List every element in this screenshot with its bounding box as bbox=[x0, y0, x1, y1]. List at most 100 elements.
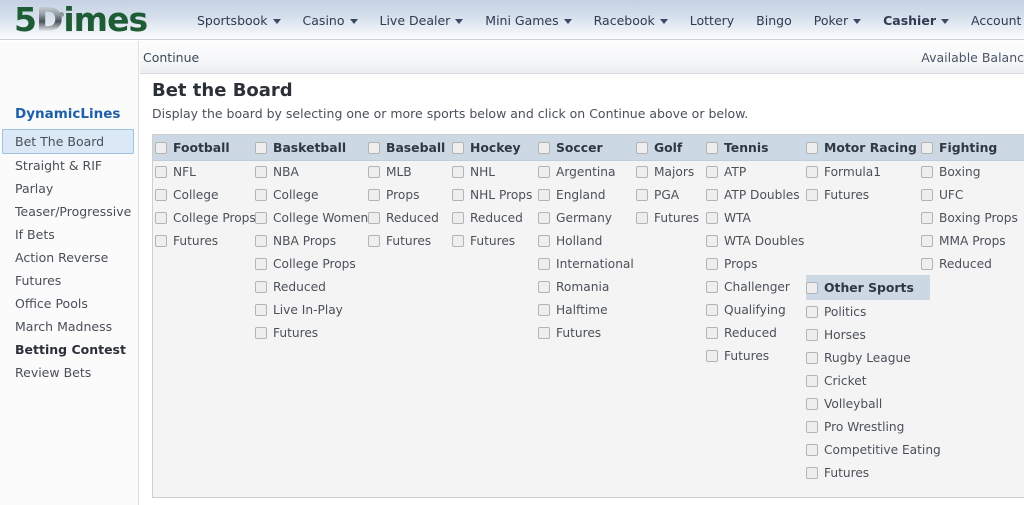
nav-item-bingo[interactable]: Bingo bbox=[745, 0, 803, 40]
board-column-header[interactable]: Soccer bbox=[538, 135, 636, 160]
board-option-row[interactable]: Challenger bbox=[706, 275, 806, 298]
checkbox-basketball-nba[interactable] bbox=[255, 165, 267, 178]
checkbox-baseball[interactable] bbox=[368, 141, 380, 154]
board-option-row[interactable]: Formula1 bbox=[806, 160, 940, 183]
sidebar-item-office-pools[interactable]: Office Pools bbox=[0, 292, 139, 315]
checkbox-fighting-reduced[interactable] bbox=[921, 257, 933, 270]
checkbox-other-sports-horses[interactable] bbox=[806, 328, 818, 341]
continue-link-top[interactable]: Continue bbox=[143, 50, 199, 65]
board-option-row[interactable]: Futures bbox=[368, 229, 452, 252]
board-option-row[interactable]: College bbox=[255, 183, 367, 206]
checkbox-tennis-wta[interactable] bbox=[706, 211, 718, 224]
checkbox-soccer-argentina[interactable] bbox=[538, 165, 550, 178]
checkbox-basketball-nba-props[interactable] bbox=[255, 234, 267, 247]
board-option-row[interactable]: Pro Wrestling bbox=[806, 415, 940, 438]
checkbox-other-sports-futures[interactable] bbox=[806, 466, 818, 479]
board-column-header[interactable]: Motor Racing bbox=[806, 135, 940, 160]
checkbox-basketball-college-props[interactable] bbox=[255, 257, 267, 270]
board-option-row[interactable]: England bbox=[538, 183, 636, 206]
brand-logo[interactable]: 5Dimes bbox=[14, 2, 148, 38]
board-option-row[interactable]: Qualifying bbox=[706, 298, 806, 321]
nav-item-lottery[interactable]: Lottery bbox=[679, 0, 745, 40]
board-option-row[interactable]: Reduced bbox=[452, 206, 538, 229]
nav-item-casino[interactable]: Casino bbox=[292, 0, 369, 40]
checkbox-golf[interactable] bbox=[636, 141, 648, 154]
board-option-row[interactable]: Reduced bbox=[921, 252, 1024, 275]
board-option-row[interactable]: Halftime bbox=[538, 298, 636, 321]
checkbox-baseball-futures[interactable] bbox=[368, 234, 380, 247]
checkbox-football-college-props[interactable] bbox=[155, 211, 167, 224]
board-option-row[interactable]: Props bbox=[368, 183, 452, 206]
board-option-row[interactable]: NBA Props bbox=[255, 229, 367, 252]
board-option-row[interactable]: College bbox=[155, 183, 267, 206]
board-option-row[interactable]: Futures bbox=[636, 206, 706, 229]
checkbox-hockey-reduced[interactable] bbox=[452, 211, 464, 224]
checkbox-other-sports[interactable] bbox=[806, 281, 818, 294]
board-option-row[interactable]: ATP bbox=[706, 160, 806, 183]
checkbox-hockey[interactable] bbox=[452, 141, 464, 154]
board-option-row[interactable]: Competitive Eating bbox=[806, 438, 941, 461]
board-option-row[interactable]: Futures bbox=[452, 229, 538, 252]
board-column-header[interactable]: Fighting bbox=[921, 135, 1024, 160]
board-column-header[interactable]: Hockey bbox=[452, 135, 538, 160]
checkbox-basketball[interactable] bbox=[255, 141, 267, 154]
checkbox-football-college[interactable] bbox=[155, 188, 167, 201]
checkbox-soccer-romania[interactable] bbox=[538, 280, 550, 293]
checkbox-tennis-wta-doubles[interactable] bbox=[706, 234, 718, 247]
checkbox-hockey-nhl[interactable] bbox=[452, 165, 464, 178]
checkbox-baseball-reduced[interactable] bbox=[368, 211, 380, 224]
checkbox-fighting-boxing-props[interactable] bbox=[921, 211, 933, 224]
checkbox-soccer[interactable] bbox=[538, 141, 550, 154]
sidebar-item-if-bets[interactable]: If Bets bbox=[0, 223, 139, 246]
board-option-row[interactable]: Live In-Play bbox=[255, 298, 367, 321]
board-option-row[interactable]: Futures bbox=[806, 461, 940, 484]
board-option-row[interactable]: Futures bbox=[538, 321, 636, 344]
board-option-row[interactable]: MMA Props bbox=[921, 229, 1024, 252]
board-option-row[interactable]: Futures bbox=[255, 321, 367, 344]
board-column-header[interactable]: Golf bbox=[636, 135, 706, 160]
board-column-header[interactable]: Football bbox=[155, 135, 267, 160]
board-option-row[interactable]: NFL bbox=[155, 160, 267, 183]
checkbox-other-sports-volleyball[interactable] bbox=[806, 397, 818, 410]
nav-item-poker[interactable]: Poker bbox=[803, 0, 872, 40]
board-option-row[interactable]: NHL bbox=[452, 160, 538, 183]
checkbox-soccer-holland[interactable] bbox=[538, 234, 550, 247]
sidebar-item-review-bets[interactable]: Review Bets bbox=[0, 361, 139, 384]
checkbox-fighting-boxing[interactable] bbox=[921, 165, 933, 178]
checkbox-tennis-reduced[interactable] bbox=[706, 326, 718, 339]
nav-item-racebook[interactable]: Racebook bbox=[583, 0, 679, 40]
checkbox-soccer-international[interactable] bbox=[538, 257, 550, 270]
checkbox-soccer-futures[interactable] bbox=[538, 326, 550, 339]
checkbox-soccer-germany[interactable] bbox=[538, 211, 550, 224]
board-option-row[interactable]: International bbox=[538, 252, 636, 275]
checkbox-basketball-futures[interactable] bbox=[255, 326, 267, 339]
checkbox-tennis-atp-doubles[interactable] bbox=[706, 188, 718, 201]
sidebar-item-teaser-progressive[interactable]: Teaser/Progressive bbox=[0, 200, 139, 223]
checkbox-fighting-ufc[interactable] bbox=[921, 188, 933, 201]
checkbox-motor-racing-formula1[interactable] bbox=[806, 165, 818, 178]
board-column-header[interactable]: Baseball bbox=[368, 135, 452, 160]
sidebar-item-bet-the-board[interactable]: Bet The Board bbox=[2, 129, 134, 154]
board-option-row[interactable]: Cricket bbox=[806, 369, 940, 392]
checkbox-baseball-props[interactable] bbox=[368, 188, 380, 201]
board-option-row[interactable]: Reduced bbox=[255, 275, 367, 298]
board-option-row[interactable]: NBA bbox=[255, 160, 367, 183]
board-option-row[interactable]: Reduced bbox=[368, 206, 452, 229]
board-option-row[interactable]: Volleyball bbox=[806, 392, 940, 415]
board-option-row[interactable]: UFC bbox=[921, 183, 1024, 206]
board-column-header[interactable]: Tennis bbox=[706, 135, 806, 160]
checkbox-hockey-futures[interactable] bbox=[452, 234, 464, 247]
checkbox-motor-racing[interactable] bbox=[806, 141, 818, 154]
board-option-row[interactable]: WTA bbox=[706, 206, 806, 229]
checkbox-golf-pga[interactable] bbox=[636, 188, 648, 201]
checkbox-tennis[interactable] bbox=[706, 141, 718, 154]
checkbox-hockey-nhl-props[interactable] bbox=[452, 188, 464, 201]
sidebar-item-betting-contest[interactable]: Betting Contest bbox=[0, 338, 139, 361]
board-option-row[interactable]: Rugby League bbox=[806, 346, 940, 369]
sidebar-item-futures[interactable]: Futures bbox=[0, 269, 139, 292]
checkbox-football[interactable] bbox=[155, 141, 167, 154]
board-option-row[interactable]: Horses bbox=[806, 323, 940, 346]
board-option-row[interactable]: Majors bbox=[636, 160, 706, 183]
checkbox-golf-futures[interactable] bbox=[636, 211, 648, 224]
nav-item-cashier[interactable]: Cashier bbox=[872, 0, 960, 40]
